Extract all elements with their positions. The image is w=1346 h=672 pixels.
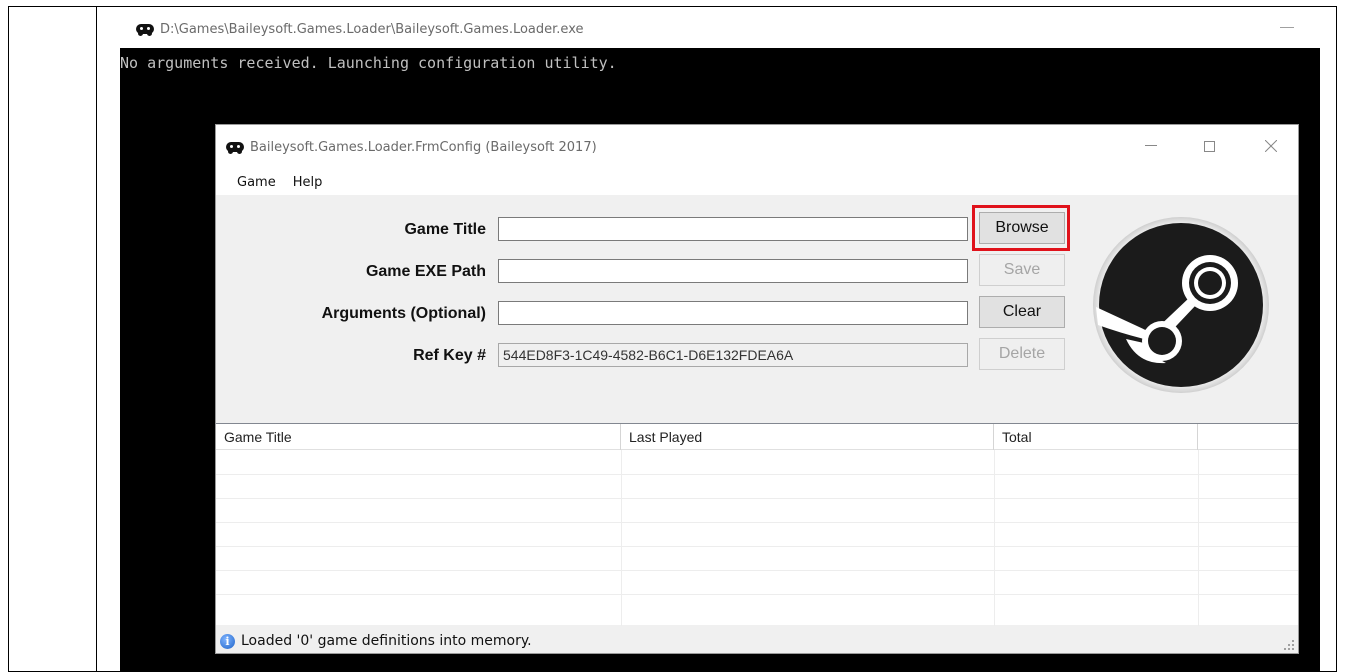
- column-divider: [621, 450, 622, 626]
- maximize-button[interactable]: [1194, 135, 1224, 157]
- column-divider: [994, 450, 995, 626]
- frame-border-right: [1336, 6, 1337, 672]
- arguments-field[interactable]: [498, 301, 968, 325]
- config-window: Baileysoft.Games.Loader.FrmConfig (Baile…: [215, 124, 1299, 654]
- column-divider: [1198, 450, 1199, 626]
- table-row: [216, 522, 1298, 523]
- game-exe-path-label: Game EXE Path: [365, 263, 486, 280]
- menu-help[interactable]: Help: [293, 175, 323, 190]
- info-icon: i: [220, 633, 235, 649]
- console-minimize-button[interactable]: —: [1280, 18, 1294, 34]
- gamepad-icon: [226, 140, 244, 154]
- list-header: Game Title Last Played Total: [216, 424, 1298, 450]
- arguments-label: Arguments (Optional): [321, 305, 486, 322]
- column-game-title[interactable]: Game Title: [216, 424, 621, 450]
- table-row: [216, 546, 1298, 547]
- minimize-button[interactable]: [1136, 135, 1166, 157]
- ref-key-field: [498, 343, 968, 367]
- clear-button[interactable]: Clear: [979, 296, 1065, 328]
- ref-key-label: Ref Key #: [413, 347, 486, 364]
- steam-logo: [1093, 217, 1269, 393]
- frame-border-top: [8, 6, 1337, 7]
- minimize-icon: [1145, 145, 1157, 146]
- menu-game[interactable]: Game: [237, 175, 276, 190]
- close-icon: [1265, 140, 1277, 152]
- frame-divider: [96, 6, 97, 672]
- column-extra[interactable]: [1198, 424, 1298, 450]
- table-row: [216, 498, 1298, 499]
- game-exe-path-field[interactable]: [498, 259, 968, 283]
- game-title-label: Game Title: [404, 221, 486, 238]
- console-title: D:\Games\Baileysoft.Games.Loader\Baileys…: [160, 21, 584, 37]
- maximize-icon: [1203, 140, 1215, 152]
- table-row: [216, 570, 1298, 571]
- browse-highlight: [972, 205, 1070, 251]
- resize-grip-icon[interactable]: [1284, 640, 1294, 650]
- config-title: Baileysoft.Games.Loader.FrmConfig (Baile…: [250, 139, 597, 155]
- list-body: [216, 450, 1298, 626]
- save-button[interactable]: Save: [979, 254, 1065, 286]
- console-titlebar[interactable]: D:\Games\Baileysoft.Games.Loader\Baileys…: [120, 10, 1320, 48]
- game-title-field[interactable]: [498, 217, 968, 241]
- delete-button[interactable]: Delete: [979, 338, 1065, 370]
- column-last-played[interactable]: Last Played: [621, 424, 994, 450]
- table-row: [216, 594, 1298, 595]
- status-bar: i Loaded '0' game definitions into memor…: [216, 629, 1298, 653]
- console-output: No arguments received. Launching configu…: [120, 54, 617, 72]
- table-row: [216, 474, 1298, 475]
- games-list[interactable]: Game Title Last Played Total: [216, 423, 1298, 626]
- gamepad-icon: [136, 22, 154, 36]
- column-total[interactable]: Total: [994, 424, 1198, 450]
- close-button[interactable]: [1256, 135, 1286, 157]
- frame-border-left: [8, 6, 9, 672]
- config-titlebar[interactable]: Baileysoft.Games.Loader.FrmConfig (Baile…: [216, 125, 1298, 169]
- status-text: Loaded '0' game definitions into memory.: [241, 633, 532, 649]
- menu-bar: Game Help: [216, 169, 1298, 195]
